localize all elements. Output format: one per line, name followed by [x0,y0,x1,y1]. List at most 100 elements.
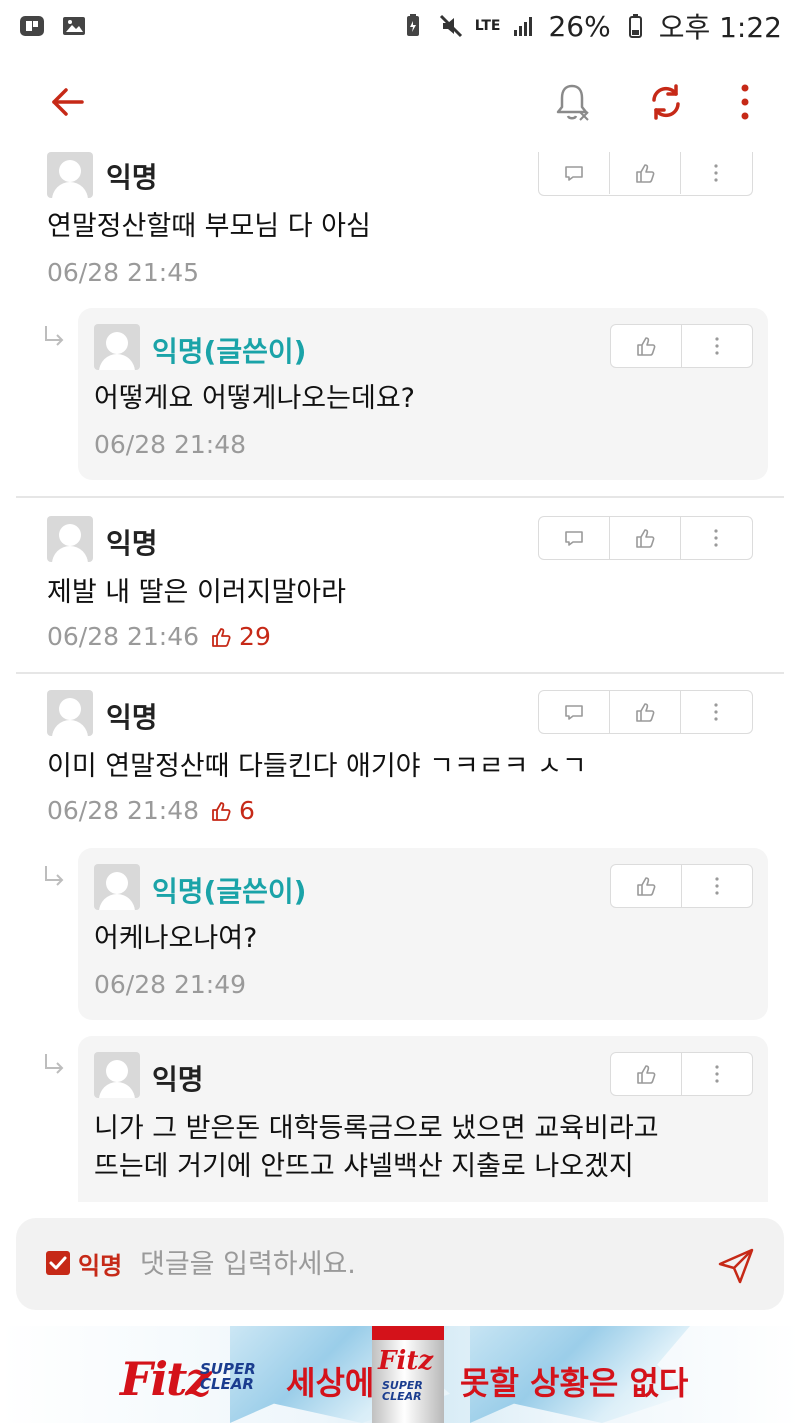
comment-input-bar: 익명 [16,1218,784,1310]
app-notification-icon [20,16,44,36]
thumbs-up-icon [636,164,655,183]
clock: 오후 1:22 [658,11,782,44]
status-bar: LTE 26% 오후 1:22 [0,0,800,52]
like-button[interactable] [610,152,681,194]
can-sub-line-2: CLEAR [382,1390,422,1403]
comment-text: 연말정산할때 부모님 다 아심 [47,211,371,242]
reply-button[interactable] [539,152,610,194]
comment-author: 익명 [106,527,158,560]
thumbs-up-icon [636,337,656,356]
vote-count: 6 [209,796,255,825]
avatar [94,1052,140,1098]
avatar [47,516,93,562]
comment-meta: 06/28 21:46 29 [47,622,271,651]
like-button[interactable] [610,691,681,733]
can-sub: SUPER CLEAR [382,1380,423,1402]
reply-item: 익명(글쓴이) 어떻게요 어떻게나오는데요? 06/28 21:48 [78,308,768,480]
thumbs-up-icon [636,1065,656,1084]
reply-actions [610,1052,753,1096]
like-button[interactable] [611,865,682,907]
avatar [47,152,93,198]
reply-time: 06/28 21:48 [94,430,247,459]
reply-item: 익명(글쓴이) 어케나오나여? 06/28 21:49 [78,848,768,1020]
battery-icon [628,14,642,38]
send-icon[interactable] [716,1246,756,1286]
comment-actions [538,690,753,734]
comment-meta: 06/28 21:45 [47,258,199,287]
reply-arrow-icon [45,326,64,346]
ad-banner[interactable]: Fitz SUPER CLEAR 세상에 Fitz SUPER CLEAR 못할… [0,1326,800,1423]
more-vertical-icon [715,337,719,355]
vote-number: 6 [239,796,255,825]
more-vertical-icon[interactable] [730,82,760,122]
signal-icon [514,17,533,36]
comment-text: 제발 내 딸은 이러지말아라 [47,577,346,608]
divider [16,672,784,674]
anonymous-label[interactable]: 익명 [78,1246,122,1281]
comment-author: 익명 [106,701,158,734]
reply-button[interactable] [539,517,610,559]
reply-button[interactable] [539,691,610,733]
reply-arrow-icon [45,1054,64,1074]
thumbs-up-icon [212,627,231,647]
ad-slogan-part-1: 세상에 [286,1364,375,1402]
comment-time: 06/28 21:48 [47,796,200,825]
app-bar [0,52,800,150]
more-button[interactable] [682,1053,752,1095]
more-button[interactable] [682,325,752,367]
reply-text: 어케나오나여? [94,923,258,954]
refresh-icon[interactable] [646,82,686,122]
comment-actions [538,516,753,560]
can-brand: Fitz [378,1346,434,1376]
gallery-icon [63,17,85,35]
battery-saver-icon [406,14,419,36]
ad-brand: Fitz [120,1352,212,1406]
comment-actions [538,152,753,196]
checkmark-icon [49,1256,67,1270]
comment-text: 이미 연말정산때 다들킨다 애기야 ㄱㅋㄹㅋ ㅅㄱ [47,751,587,782]
avatar [47,690,93,736]
reply-meta: 06/28 21:48 [94,430,246,459]
ad-sub-line-2: CLEAR [200,1375,254,1393]
like-button[interactable] [610,517,681,559]
more-button[interactable] [681,517,752,559]
reply-actions [610,324,753,368]
more-button[interactable] [681,691,752,733]
like-button[interactable] [611,325,682,367]
beer-can-image: Fitz SUPER CLEAR [372,1326,444,1423]
vote-count: 29 [209,622,271,651]
more-button[interactable] [681,152,752,194]
mute-icon [439,14,462,38]
more-vertical-icon [715,877,719,895]
more-vertical-icon [714,529,719,547]
avatar [94,864,140,910]
ad-sub: SUPER CLEAR [200,1362,256,1392]
comment-time: 06/28 21:46 [47,622,200,651]
like-button[interactable] [611,1053,682,1095]
bell-off-icon[interactable] [552,80,592,124]
more-vertical-icon [715,1065,719,1083]
thumbs-up-icon [636,877,656,896]
thumbs-up-icon [636,703,655,722]
reply-actions [610,864,753,908]
more-vertical-icon [714,703,719,721]
speech-bubble-icon [565,531,583,546]
battery-percent: 26% [548,9,611,43]
reply-meta: 06/28 21:49 [94,970,246,999]
speech-bubble-icon [565,166,583,181]
anonymous-checkbox[interactable] [46,1251,70,1275]
arrow-left-icon[interactable] [48,82,88,122]
reply-author: 익명(글쓴이) [152,335,307,368]
reply-author: 익명 [152,1063,204,1096]
reply-text-line-2: 뜨는데 거기에 안뜨고 샤넬백산 지출로 나오겠지 [94,1151,634,1182]
avatar [94,324,140,370]
comment-input[interactable] [140,1242,700,1286]
more-button[interactable] [682,865,752,907]
reply-time: 06/28 21:49 [94,970,247,999]
comment-author: 익명 [106,161,158,194]
comment-list[interactable]: 익명 연말정산할때 부모님 다 아심 06/28 21:45 익명(글쓴이) 어… [0,150,800,1202]
reply-item: 익명 니가 그 받은돈 대학등록금으로 냈으면 교육비라고 뜨는데 거기에 안뜨… [78,1036,768,1202]
thumbs-up-icon [212,801,231,821]
thumbs-up-icon [636,529,655,548]
more-vertical-icon [714,164,719,182]
